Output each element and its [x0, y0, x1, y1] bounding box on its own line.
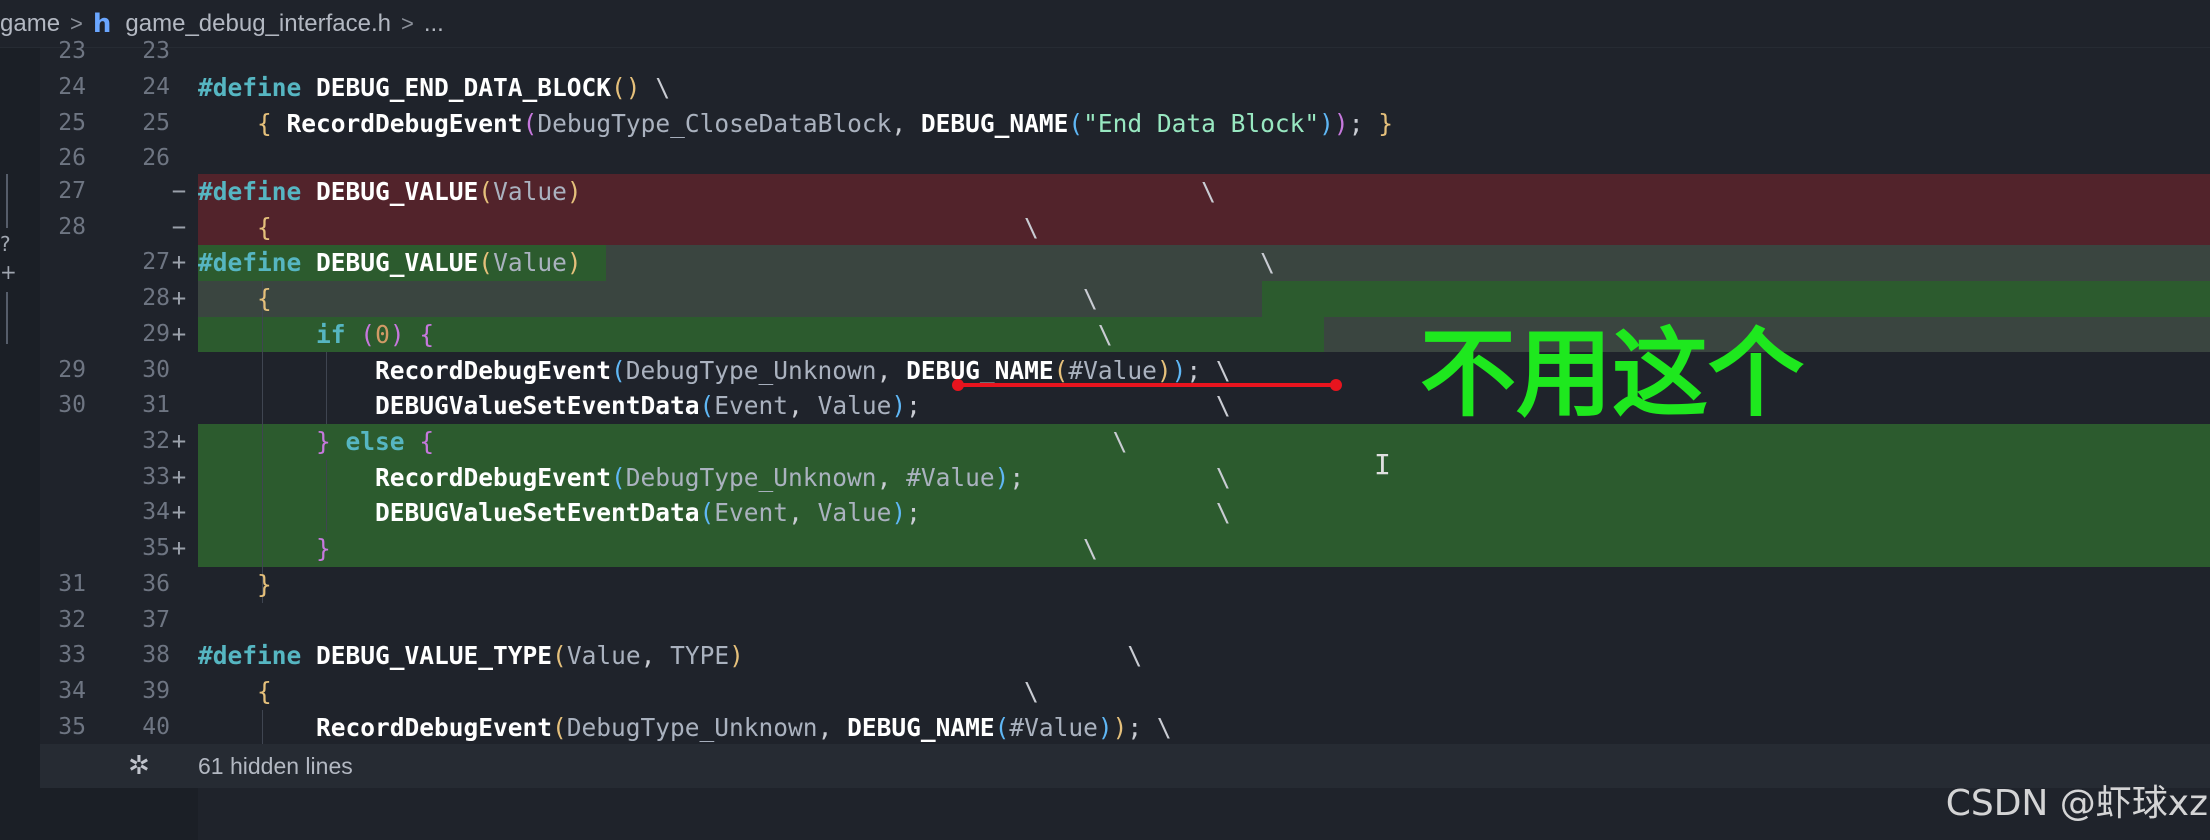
old-line-number: 25: [58, 109, 86, 136]
code-line[interactable]: 26 26: [40, 141, 2210, 177]
code-text: #define DEBUG_END_DATA_BLOCK() \: [198, 73, 671, 102]
code-line[interactable]: 30 31 DEBUGValueSetEventData(Event, Valu…: [40, 388, 2210, 424]
code-text: RecordDebugEvent(DebugType_Unknown, DEBU…: [316, 712, 1172, 742]
plus-icon[interactable]: +: [0, 260, 17, 284]
deleted-code-line[interactable]: 28 − { \: [40, 210, 2210, 246]
new-line-number: 23: [142, 38, 170, 64]
code-text: #define DEBUG_VALUE(Value) \: [198, 177, 1216, 206]
change-bar: [6, 292, 8, 344]
old-line-number: 31: [58, 570, 86, 597]
plus-icon: +: [171, 427, 187, 455]
code-text: } \: [316, 534, 1098, 564]
annotation-dot: [952, 379, 964, 391]
plus-icon: +: [171, 498, 187, 527]
code-line[interactable]: 35 40 RecordDebugEvent(DebugType_Unknown…: [40, 710, 2210, 746]
annotation-dot: [1330, 379, 1342, 391]
old-line-number: 28: [58, 213, 86, 240]
old-line-number: 32: [58, 606, 86, 633]
added-code-line[interactable]: 32 + } else { \: [40, 424, 2210, 460]
new-line-number: 30: [142, 356, 170, 383]
new-line-number: 39: [142, 677, 170, 704]
unfold-icon[interactable]: ✲: [128, 751, 150, 781]
chevron-right-icon: >: [70, 10, 83, 36]
code-text: if (0) { \: [316, 319, 1113, 349]
new-line-number: 38: [142, 642, 170, 669]
old-line-number: 34: [58, 677, 86, 704]
old-line-number: 30: [58, 392, 86, 419]
new-line-number: 40: [142, 713, 170, 740]
added-code-line[interactable]: 33 + RecordDebugEvent(DebugType_Unknown,…: [40, 460, 2210, 496]
code-text: { \: [257, 284, 1098, 314]
added-code-line[interactable]: 28 + { \: [40, 281, 2210, 317]
text-cursor-icon: I: [1374, 448, 1391, 481]
plus-icon: +: [171, 248, 187, 277]
plus-icon: +: [171, 534, 187, 563]
code-line[interactable]: 23 23: [40, 34, 2210, 70]
diff-overview-strip: ? +: [0, 48, 40, 840]
code-line[interactable]: 31 36 }: [40, 567, 2210, 603]
new-line-number: 26: [142, 145, 170, 172]
minus-icon: −: [171, 212, 187, 241]
hidden-lines-label[interactable]: 61 hidden lines: [198, 753, 353, 780]
code-text: #define DEBUG_VALUE(Value) \: [198, 248, 1275, 278]
code-text: { \: [257, 676, 1039, 706]
old-line-number: 35: [58, 713, 86, 740]
new-line-number: 36: [142, 570, 170, 597]
plus-icon: +: [171, 319, 187, 348]
new-line-number: 32: [142, 428, 170, 454]
code-line[interactable]: 32 37: [40, 603, 2210, 639]
plus-icon: +: [171, 462, 187, 491]
chevron-right-icon: >: [400, 10, 414, 36]
code-text: DEBUGValueSetEventData(Event, Value); \: [375, 391, 1231, 421]
new-line-number: 24: [142, 74, 170, 100]
plus-icon: +: [171, 284, 187, 313]
watermark: CSDN @虾球xz: [1945, 783, 2208, 824]
new-line-number: 25: [142, 109, 170, 136]
new-line-number: 33: [142, 463, 170, 490]
comment-icon[interactable]: ?: [0, 232, 11, 256]
old-line-number: 26: [58, 145, 86, 172]
code-text: #define DEBUG_VALUE_TYPE(Value, TYPE) \: [198, 641, 1143, 671]
hidden-lines-bar[interactable]: ✲ 61 hidden lines: [40, 744, 2210, 788]
new-line-number: 37: [142, 606, 170, 633]
code-line[interactable]: 24 24 #define DEBUG_END_DATA_BLOCK() \: [40, 70, 2210, 106]
minus-icon: −: [171, 177, 187, 205]
annotation-text: 不用这个: [1420, 318, 1804, 430]
code-text: } else { \: [316, 427, 1128, 456]
new-line-number: 28: [142, 285, 170, 312]
diff-editor[interactable]: 23 23 24 24 #define DEBUG_END_DATA_BLOCK…: [40, 38, 2210, 840]
code-line[interactable]: 34 39 { \: [40, 674, 2210, 710]
old-line-number: 33: [58, 642, 86, 669]
code-text: RecordDebugEvent(DebugType_Unknown, #Val…: [375, 462, 1231, 492]
old-line-number: 29: [58, 356, 86, 383]
change-bar: [6, 174, 8, 228]
code-text: }: [257, 569, 272, 599]
new-line-number: 27: [142, 249, 170, 276]
new-line-number: 34: [142, 499, 170, 526]
annotation-underline: [958, 383, 1338, 387]
code-line[interactable]: 25 25 { RecordDebugEvent(DebugType_Close…: [40, 106, 2210, 142]
added-code-line[interactable]: 34 + DEBUGValueSetEventData(Event, Value…: [40, 495, 2210, 531]
old-line-number: 27: [58, 178, 86, 204]
new-line-number: 31: [142, 392, 170, 419]
added-code-line[interactable]: 29 + if (0) { \: [40, 317, 2210, 353]
deleted-code-line[interactable]: 27 − #define DEBUG_VALUE(Value) \: [40, 174, 2210, 210]
old-line-number: 24: [58, 74, 86, 100]
code-text: DEBUGValueSetEventData(Event, Value); \: [375, 498, 1231, 528]
code-text: { RecordDebugEvent(DebugType_CloseDataBl…: [257, 108, 1393, 138]
code-text: { \: [257, 212, 1039, 242]
code-line[interactable]: 33 38 #define DEBUG_VALUE_TYPE(Value, TY…: [40, 638, 2210, 674]
new-line-number: 35: [142, 535, 170, 562]
added-code-line[interactable]: 27 + #define DEBUG_VALUE(Value) \: [40, 245, 2210, 281]
old-line-number: 23: [58, 38, 86, 64]
new-line-number: 29: [142, 320, 170, 347]
gutter-filler: [40, 788, 198, 840]
added-code-line[interactable]: 35 + } \: [40, 531, 2210, 567]
